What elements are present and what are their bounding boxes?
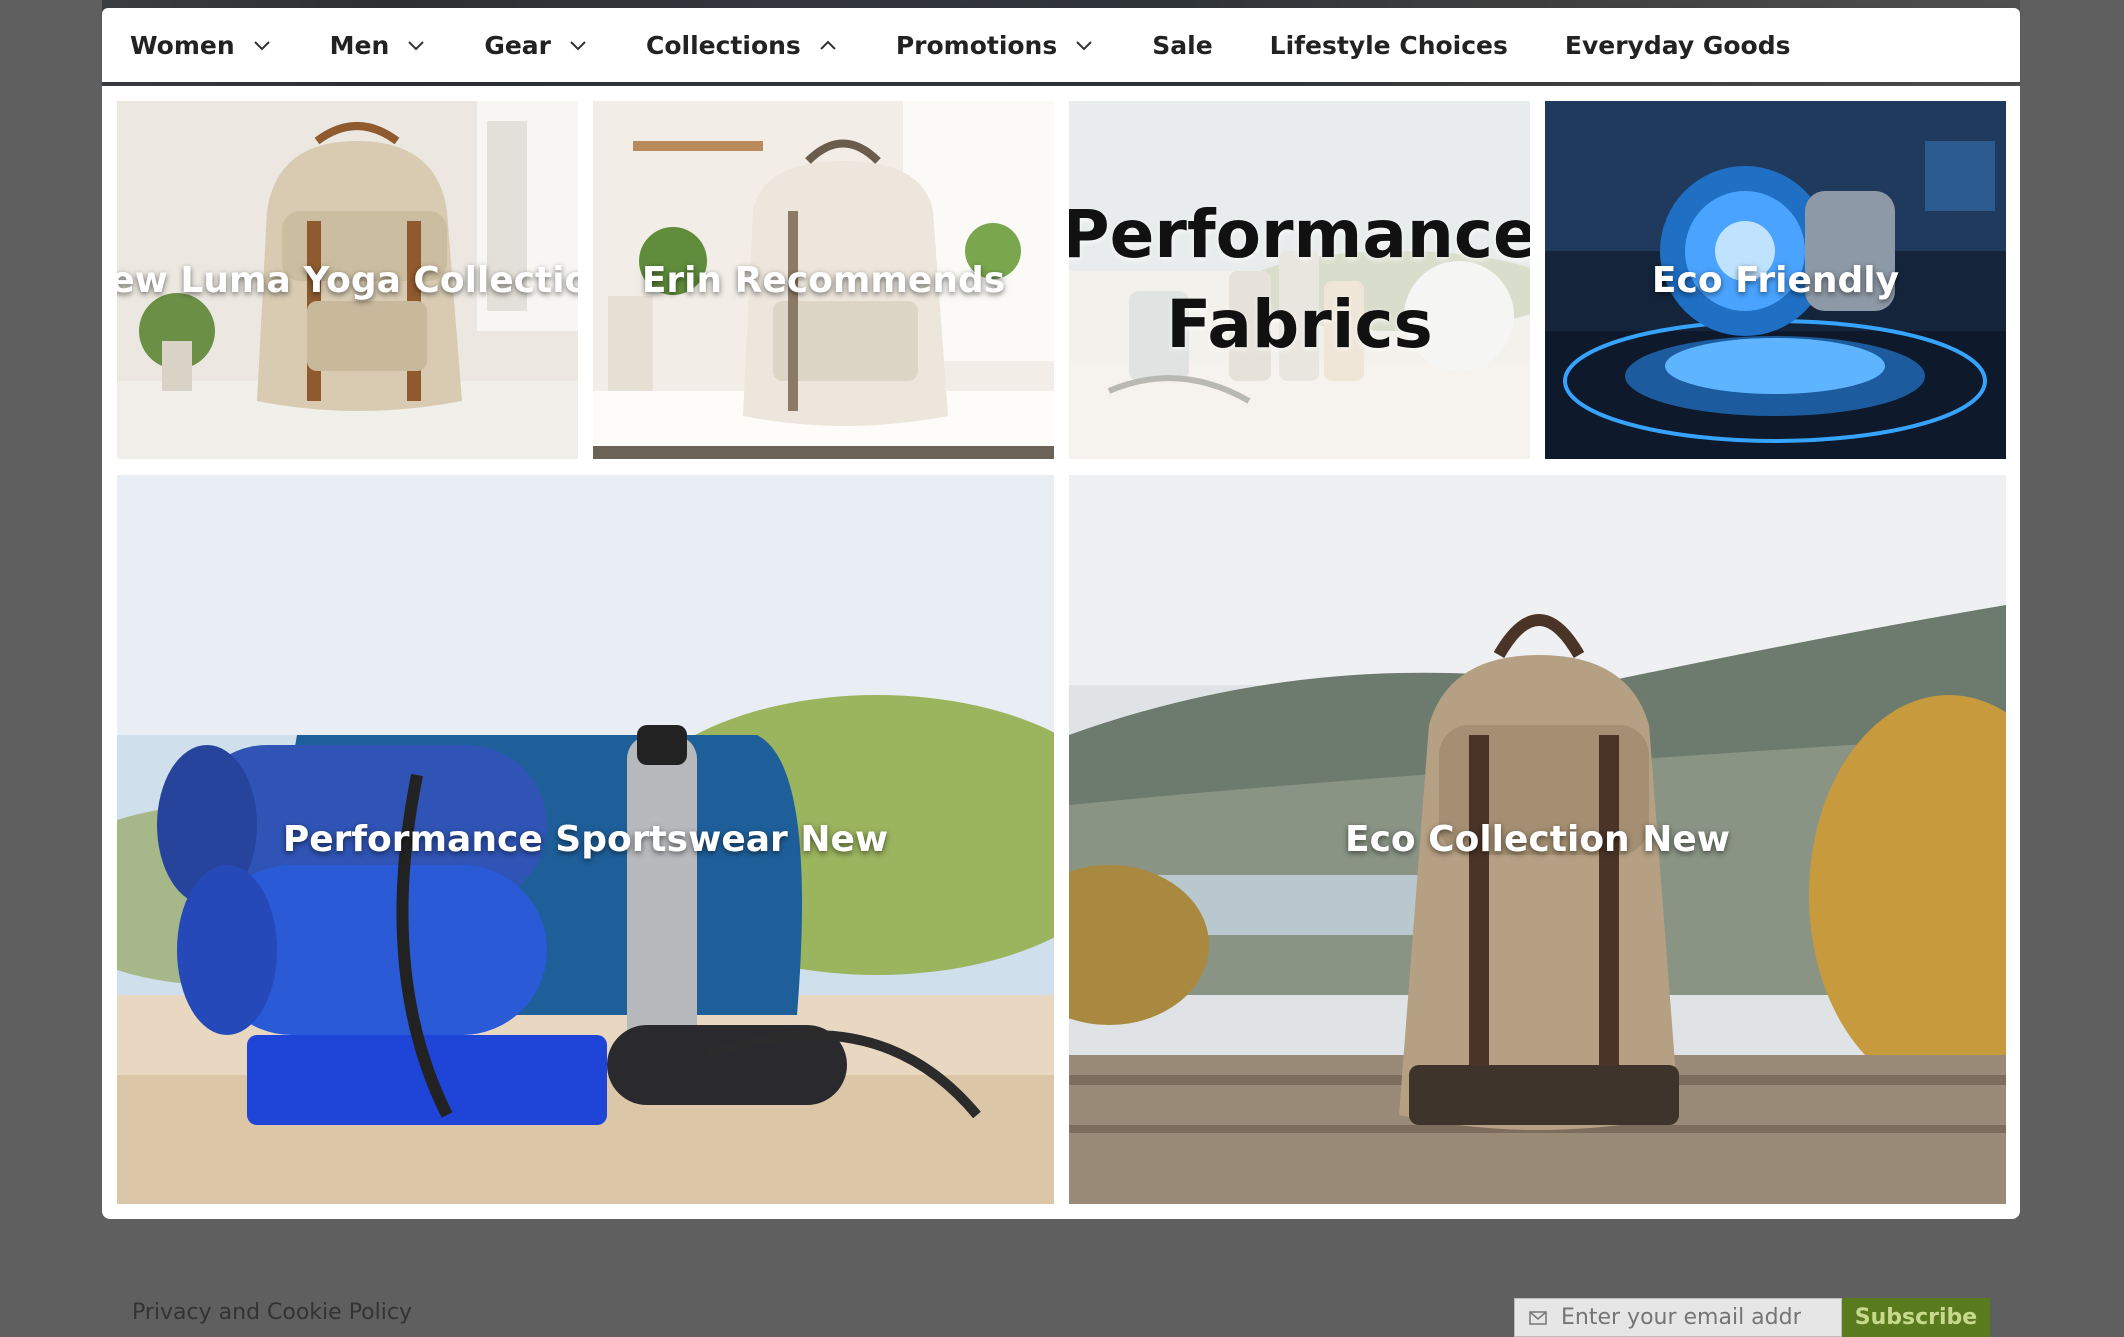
nav-item-sale[interactable]: Sale [1152,31,1212,60]
chevron-up-icon [817,34,839,56]
email-field-wrapper [1514,1298,1842,1337]
nav-item-label: Promotions [895,30,1058,60]
email-input[interactable] [1561,1305,1801,1330]
chevron-down-icon [405,34,427,56]
tile-label: New Luma Yoga Collection [117,259,578,301]
mail-icon [1529,1310,1547,1325]
tile-label: Eco Collection New [1344,819,1731,860]
collections-mega-menu: New Luma Yoga Collection Erin Recommends [102,86,2020,1219]
chevron-down-icon [251,34,273,56]
tile-new-luma-yoga-collection[interactable]: New Luma Yoga Collection [117,101,578,459]
nav-item-everyday-goods[interactable]: Everyday Goods [1565,31,1791,60]
nav-item-lifestyle-choices[interactable]: Lifestyle Choices [1270,31,1508,60]
subscribe-button[interactable]: Subscribe [1842,1298,1990,1337]
chevron-down-icon [1073,34,1095,56]
tile-performance-sportswear-new[interactable]: Performance Sportswear New [117,475,1054,1204]
nav-item-label: Men [329,30,390,60]
chevron-down-icon [567,34,589,56]
nav-item-women[interactable]: Women [130,31,273,60]
nav-item-men[interactable]: Men [330,31,428,60]
tile-label: Eco Friendly [1651,259,1900,301]
main-navigation: Women Men Gear Collections Promotions Sa… [102,8,2020,82]
tile-eco-friendly[interactable]: Eco Friendly [1545,101,2006,459]
tile-label: Erin Recommends [641,259,1006,301]
nav-item-gear[interactable]: Gear [484,31,589,60]
nav-item-label: Sale [1152,30,1213,60]
nav-item-collections[interactable]: Collections [646,31,839,60]
nav-item-label: Everyday Goods [1564,30,1791,60]
tile-erin-recommends[interactable]: Erin Recommends [593,101,1054,459]
privacy-cookie-policy-link[interactable]: Privacy and Cookie Policy [132,1300,412,1325]
nav-item-label: Women [130,30,235,60]
tile-eco-collection-new[interactable]: Eco Collection New [1069,475,2006,1204]
nav-item-label: Lifestyle Choices [1269,30,1508,60]
nav-item-label: Collections [646,30,801,60]
nav-item-promotions[interactable]: Promotions [896,31,1095,60]
newsletter-form: Subscribe [1514,1298,1990,1337]
tile-label: Performance Fabrics [1069,196,1530,363]
nav-item-label: Gear [484,30,551,60]
tile-performance-fabrics[interactable]: Performance Fabrics [1069,101,1530,459]
tile-label: Performance Sportswear New [282,819,889,860]
